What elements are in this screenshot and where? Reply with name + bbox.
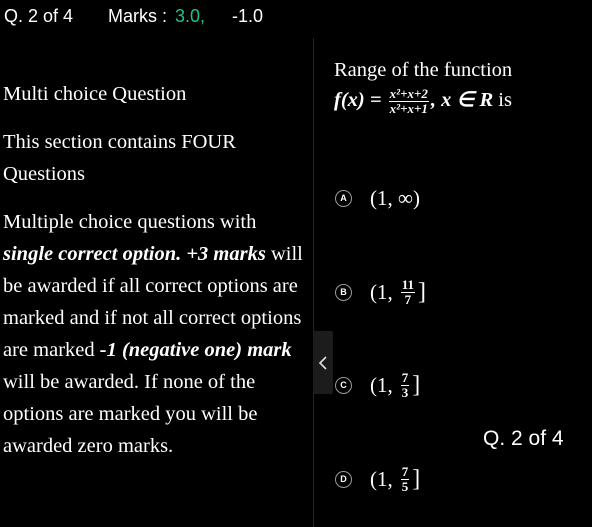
fraction-denominator: x²+x+1 [389, 101, 428, 116]
question-suffix: is [498, 89, 512, 112]
function-fraction: x²+x+2 x²+x+1 [388, 86, 429, 116]
question-comma: , [430, 89, 437, 112]
option-a[interactable]: A (1, ∞) [335, 183, 420, 213]
option-c-fraction: 7 3 [400, 369, 410, 400]
option-b-numerator: 11 [400, 276, 416, 293]
instructions-text: Multiple choice questions with single co… [3, 206, 303, 462]
option-b-text: (1, 11 7 ] [370, 276, 427, 307]
option-b-close: ] [418, 278, 427, 305]
option-b[interactable]: B (1, 11 7 ] [335, 277, 426, 307]
option-d-close: ] [412, 465, 421, 492]
option-d-numerator: 7 [400, 463, 410, 480]
option-b-denominator: 7 [404, 291, 412, 307]
option-b-fraction: 11 7 [400, 276, 416, 307]
option-b-badge: B [335, 283, 352, 301]
marks-negative: -1.0 [232, 6, 264, 26]
instructions-bold-positive: single correct option. +3 marks [3, 243, 266, 265]
option-d-prefix: (1, [370, 466, 393, 491]
option-c-text: (1, 7 3 ] [370, 369, 421, 400]
instructions-end: will be awarded. If none of the options … [3, 371, 258, 457]
option-d-text: (1, 7 5 ] [370, 463, 421, 494]
option-c-numerator: 7 [400, 369, 410, 386]
instructions-bold-negative: -1 (negative one) mark [99, 339, 292, 361]
panel-divider [313, 38, 314, 527]
option-a-text: (1, ∞) [370, 186, 420, 211]
option-d-badge: D [335, 470, 352, 488]
option-a-value: (1, ∞) [370, 185, 420, 210]
domain-expression: x ∈ R [441, 89, 494, 112]
footer-question-counter: Q. 2 of 4 [483, 427, 564, 450]
option-c[interactable]: C (1, 7 3 ] [335, 370, 420, 400]
option-c-badge: C [335, 376, 352, 394]
section-info: This section contains FOUR Questions [3, 131, 236, 185]
chevron-left-icon [318, 355, 327, 370]
instructions-start: Multiple choice questions with [3, 211, 257, 233]
option-d[interactable]: D (1, 7 5 ] [335, 464, 420, 494]
collapse-panel-button[interactable] [313, 331, 333, 394]
option-b-prefix: (1, [370, 279, 393, 304]
marks-label: Marks : [108, 6, 168, 26]
marks-positive: 3.0, [175, 6, 206, 26]
function-name: f(x) = [334, 89, 382, 112]
option-a-badge: A [335, 189, 352, 207]
question-line1: Range of the function [334, 59, 513, 81]
option-c-close: ] [412, 371, 421, 398]
option-c-prefix: (1, [370, 372, 393, 397]
header-bar: Q. 2 of 4 Marks : 3.0, -1.0 [0, 0, 592, 38]
question-line2: f(x) = x²+x+2 x²+x+1 , x ∈ R is [334, 87, 512, 116]
question-type: Multi choice Question [3, 83, 187, 105]
fraction-numerator: x²+x+2 [388, 86, 429, 102]
option-c-denominator: 3 [401, 384, 409, 400]
option-d-denominator: 5 [401, 478, 409, 494]
option-d-fraction: 7 5 [400, 463, 410, 494]
instructions-panel: Multi choice Question This section conta… [3, 78, 303, 462]
question-counter: Q. 2 of 4 [4, 6, 74, 26]
